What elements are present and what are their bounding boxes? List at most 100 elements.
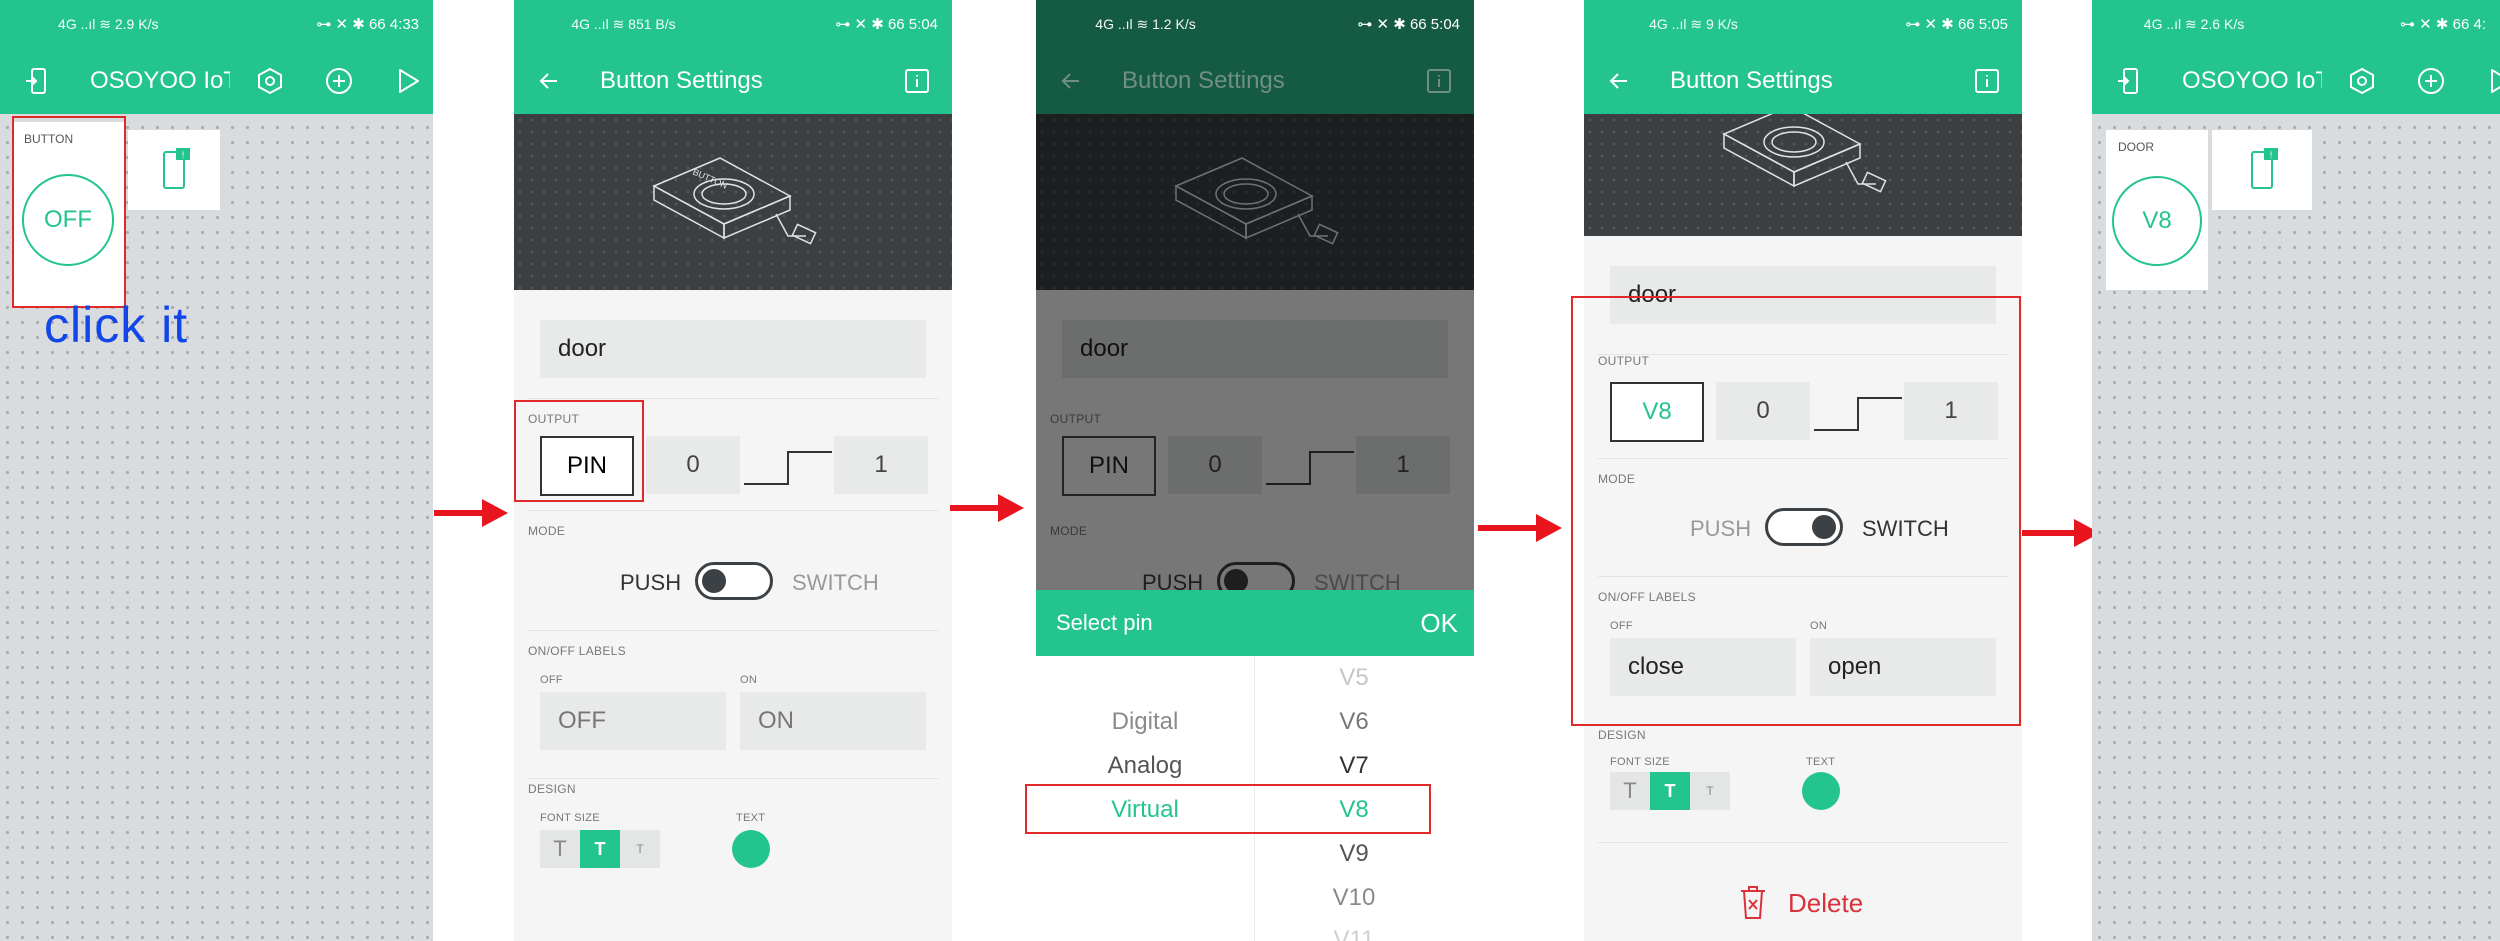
- settings-title: Button Settings: [1670, 67, 1833, 94]
- output-high[interactable]: 1: [1356, 436, 1450, 494]
- right-arrow-icon: [1478, 514, 1562, 542]
- font-size-label: FONT SIZE: [540, 812, 600, 824]
- pin-v5[interactable]: V5: [1294, 664, 1414, 692]
- back-arrow-icon[interactable]: [534, 66, 564, 96]
- mode-label: MODE: [528, 524, 566, 538]
- name-field[interactable]: door: [1062, 320, 1448, 378]
- play-icon[interactable]: [390, 64, 424, 98]
- font-size-large[interactable]: T: [1690, 772, 1730, 810]
- device-icon[interactable]: [253, 64, 287, 98]
- smartphone-icon: !: [2244, 148, 2280, 192]
- output-step-graphic: [744, 451, 832, 485]
- back-arrow-icon[interactable]: [1604, 66, 1634, 96]
- output-low[interactable]: 0: [646, 436, 740, 494]
- output-low[interactable]: 0: [1168, 436, 1262, 494]
- status-right: ⊶ ✕ ✱ 66 5:05: [1905, 16, 2008, 33]
- pin-type-digital[interactable]: Digital: [1036, 708, 1254, 736]
- right-arrow-icon: [434, 499, 508, 527]
- play-icon[interactable]: [2482, 64, 2500, 98]
- widget-illustration: [1036, 114, 1474, 290]
- pin-v11[interactable]: V11: [1294, 926, 1414, 941]
- settings-form: door OUTPUT PIN 0 1 MODE PUSH SWITCH ON/…: [514, 290, 952, 941]
- design-label: DESIGN: [1598, 728, 1646, 742]
- pin-v9[interactable]: V9: [1294, 840, 1414, 868]
- device-widget[interactable]: !: [2212, 130, 2312, 210]
- widget-button[interactable]: V8: [2112, 176, 2202, 266]
- text-color-label: TEXT: [1806, 756, 1836, 768]
- app-bar: OSOYOO IoT \: [2092, 48, 2500, 114]
- project-title: OSOYOO IoT \: [2182, 67, 2322, 94]
- highlight-box: [12, 116, 126, 308]
- pin-v6[interactable]: V6: [1294, 708, 1414, 736]
- svg-text:!: !: [182, 150, 185, 160]
- project-title: OSOYOO IoT \: [90, 67, 230, 94]
- status-right: ⊶ ✕ ✱ 66 5:04: [1357, 16, 1460, 33]
- svg-text:!: !: [2270, 150, 2273, 160]
- switch-label: SWITCH: [792, 570, 879, 595]
- push-label: PUSH: [620, 570, 682, 595]
- mode-label: MODE: [1050, 524, 1088, 538]
- off-label-field[interactable]: OFF: [540, 692, 726, 750]
- select-pin-bar: Select pin OK: [1036, 590, 1474, 656]
- status-network: 4G ..ıl ≋ 2.9 K/s: [58, 15, 159, 32]
- design-label: DESIGN: [528, 782, 576, 796]
- on-label-field[interactable]: ON: [740, 692, 926, 750]
- add-icon[interactable]: [322, 64, 356, 98]
- highlight-box: [1025, 784, 1431, 834]
- status-right: ⊶ ✕ ✱ 66 4:33: [316, 16, 419, 33]
- smartphone-icon[interactable]: [20, 63, 56, 99]
- widget-label: DOOR: [2118, 140, 2154, 154]
- info-icon[interactable]: [1424, 66, 1454, 96]
- add-icon[interactable]: [2414, 64, 2448, 98]
- text-color-label: TEXT: [736, 812, 766, 824]
- app-bar: Button Settings: [1036, 48, 1474, 114]
- pin-selector[interactable]: PIN: [1062, 436, 1156, 496]
- output-high[interactable]: 1: [834, 436, 928, 494]
- info-icon[interactable]: [1972, 66, 2002, 96]
- status-right: ⊶ ✕ ✱ 66 5:04: [835, 16, 938, 33]
- status-network: 4G ..ıl ≋ 9 K/s: [1649, 15, 1738, 32]
- smartphone-icon[interactable]: [2112, 63, 2148, 99]
- text-color-swatch[interactable]: [1802, 772, 1840, 810]
- status-right: ⊶ ✕ ✱ 66 4:: [2399, 16, 2486, 33]
- pin-v7[interactable]: V7: [1294, 752, 1414, 780]
- click-hint: click it: [44, 297, 189, 353]
- onoff-labels-label: ON/OFF LABELS: [528, 644, 626, 658]
- back-arrow-icon[interactable]: [1056, 66, 1086, 96]
- highlight-box: [1571, 296, 2021, 726]
- font-size-small[interactable]: T: [540, 830, 580, 868]
- text-color-swatch[interactable]: [732, 830, 770, 868]
- font-size-small[interactable]: T: [1610, 772, 1650, 810]
- pin-type-analog[interactable]: Analog: [1036, 752, 1254, 780]
- mode-toggle[interactable]: [695, 562, 773, 600]
- app-bar: OSOYOO IoT \: [0, 48, 433, 114]
- delete-button[interactable]: Delete: [1788, 888, 1863, 919]
- device-widget[interactable]: !: [128, 130, 220, 210]
- status-bar: 4G ..ıl ≋ 9 K/s ⊶ ✕ ✱ 66 5:05: [1584, 0, 2022, 48]
- font-size-label: FONT SIZE: [1610, 756, 1670, 768]
- output-label: OUTPUT: [1050, 412, 1102, 426]
- ok-button[interactable]: OK: [1420, 608, 1458, 639]
- widget-illustration: BUTTON: [514, 114, 952, 290]
- font-size-medium[interactable]: T: [580, 830, 620, 868]
- on-label: ON: [740, 674, 758, 686]
- name-field[interactable]: door: [540, 320, 926, 378]
- app-bar: Button Settings: [514, 48, 952, 114]
- widget-illustration: [1584, 105, 2022, 236]
- font-size-medium[interactable]: T: [1650, 772, 1690, 810]
- off-label: OFF: [540, 674, 563, 686]
- status-bar: 4G ..ıl ≋ 2.6 K/s ⊶ ✕ ✱ 66 4:: [2092, 0, 2500, 48]
- button-widget[interactable]: DOOR V8: [2106, 130, 2208, 290]
- status-bar: 4G ..ıl ≋ 851 B/s ⊶ ✕ ✱ 66 5:04: [514, 0, 952, 48]
- smartphone-icon: !: [156, 148, 192, 192]
- device-icon[interactable]: [2345, 64, 2379, 98]
- font-size-large[interactable]: T: [620, 830, 660, 868]
- pin-v10[interactable]: V10: [1294, 884, 1414, 912]
- right-arrow-icon: [950, 494, 1024, 522]
- right-arrow-icon: [2022, 519, 2100, 547]
- screen5-dashboard: 4G ..ıl ≋ 2.6 K/s ⊶ ✕ ✱ 66 4: OSOYOO IoT…: [2092, 0, 2500, 941]
- trash-icon[interactable]: [1738, 884, 1768, 920]
- status-network: 4G ..ıl ≋ 851 B/s: [571, 15, 676, 32]
- info-icon[interactable]: [902, 66, 932, 96]
- settings-form-dimmed: door OUTPUT PIN 0 1 MODE PUSH SWITCH: [1036, 290, 1474, 600]
